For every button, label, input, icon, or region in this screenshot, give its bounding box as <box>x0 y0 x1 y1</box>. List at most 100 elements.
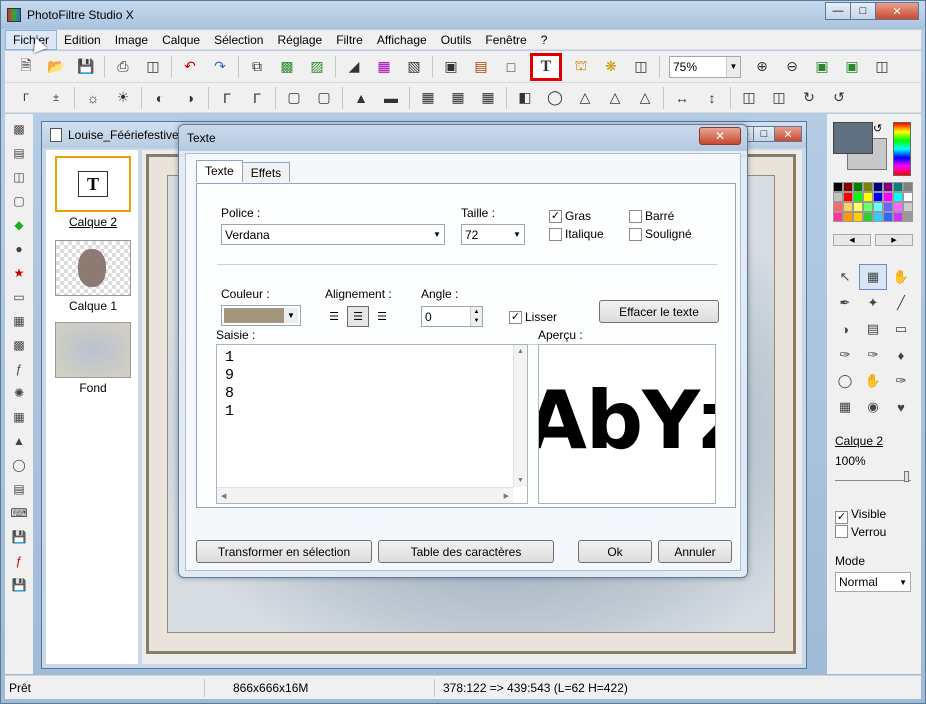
hand-tool-icon[interactable]: ✋ <box>887 264 915 290</box>
magic-wand-tool-icon[interactable]: ✦ <box>859 290 887 316</box>
layer-paste-icon[interactable]: ▤ <box>470 56 492 78</box>
swap-colors-icon[interactable]: ↺ <box>873 122 882 135</box>
paste-image-icon[interactable]: ▩ <box>276 56 298 78</box>
text-input-area[interactable]: 1 9 8 1 ▲ ▼ ◀ ▶ <box>216 344 528 504</box>
brightness-down-icon[interactable]: ☼ <box>82 87 104 109</box>
advanced-brush-tool-icon[interactable]: ✑ <box>859 342 887 368</box>
bold-checkbox[interactable]: ✓ <box>549 209 562 223</box>
gradient-box-icon[interactable]: ▩ <box>10 336 28 354</box>
auto-levels-icon[interactable]: Γ <box>15 87 37 109</box>
auto-contrast-icon[interactable]: ± <box>45 87 67 109</box>
lock-checkbox[interactable] <box>835 525 848 538</box>
fullscreen-icon[interactable]: ◫ <box>871 56 893 78</box>
scan-icon[interactable]: ◫ <box>142 56 164 78</box>
heart-tool-icon[interactable]: ♥ <box>887 394 915 420</box>
contrast-down-icon[interactable]: ◐ <box>149 87 171 109</box>
eraser-tool-icon[interactable]: ▭ <box>887 316 915 342</box>
smudge-tool-icon[interactable]: ✋ <box>859 368 887 394</box>
rotate-left-icon[interactable]: ◫ <box>738 87 760 109</box>
histogram-icon[interactable]: ▲ <box>10 432 28 450</box>
transform-to-selection-button[interactable]: Transformer en sélection <box>196 540 372 563</box>
ok-button[interactable]: Ok <box>578 540 652 563</box>
cancel-button[interactable]: Annuler <box>658 540 732 563</box>
smooth-checkbox-row[interactable]: ✓ Lisser <box>509 310 557 324</box>
layer-copy-icon[interactable]: ▣ <box>440 56 462 78</box>
filter-grid-1-icon[interactable]: ▦ <box>417 87 439 109</box>
save-2000-icon[interactable]: 💾 <box>10 528 28 546</box>
sphere-icon[interactable]: ● <box>10 240 28 258</box>
menu-filtre[interactable]: Filtre <box>329 30 370 50</box>
palette-prev-icon[interactable]: ◀ <box>833 234 871 246</box>
image-stack-icon[interactable]: ▤ <box>10 144 28 162</box>
align-center-icon[interactable]: ☰ <box>347 306 369 327</box>
slider-thumb[interactable] <box>904 471 909 482</box>
saturation-up-icon[interactable]: Γ <box>246 87 268 109</box>
minimize-button[interactable]: — <box>825 2 851 20</box>
mosaic-icon[interactable]: ▦ <box>10 408 28 426</box>
menu-help[interactable]: ? <box>534 30 555 50</box>
underline-checkbox-row[interactable]: Souligné <box>629 227 692 241</box>
undo-icon[interactable]: ↶ <box>179 56 201 78</box>
save-html-icon[interactable]: 💾 <box>10 576 28 594</box>
gradient-icon[interactable]: ◢ <box>343 56 365 78</box>
balance-icon[interactable]: ▬ <box>380 87 402 109</box>
transparency-icon[interactable]: ▧ <box>403 56 425 78</box>
texture-icon[interactable]: ▦ <box>10 312 28 330</box>
tab-texte[interactable]: Texte <box>196 160 243 182</box>
color-spectrum[interactable] <box>893 122 911 176</box>
selection-icon[interactable]: □ <box>500 56 522 78</box>
circle-icon[interactable]: ◯ <box>10 456 28 474</box>
size-select[interactable]: 72 ▼ <box>461 224 525 245</box>
layer-item-calque-1[interactable]: Calque 1 <box>55 240 131 313</box>
chevron-down-icon[interactable]: ▼ <box>726 56 740 77</box>
bold-checkbox-row[interactable]: ✓ Gras <box>549 209 591 223</box>
layers-tree-icon[interactable]: ⛫ <box>570 56 592 78</box>
rotate-icon[interactable]: ↻ <box>798 87 820 109</box>
flip-horizontal-icon[interactable]: ↔ <box>671 87 693 109</box>
paste-new-image-icon[interactable]: ▨ <box>306 56 328 78</box>
filter-grid-2-icon[interactable]: ▦ <box>447 87 469 109</box>
sharpen-icon[interactable]: △ <box>574 87 596 109</box>
triangle-outline-icon[interactable]: △ <box>634 87 656 109</box>
calculator-icon[interactable]: ▩ <box>10 120 28 138</box>
flip-vertical-icon[interactable]: ↕ <box>701 87 723 109</box>
vertical-scrollbar[interactable]: ▲ ▼ <box>513 345 527 487</box>
chevron-down-icon[interactable]: ▼ <box>899 578 910 587</box>
chevron-down-icon[interactable]: ▼ <box>430 230 444 239</box>
saturation-down-icon[interactable]: Γ <box>216 87 238 109</box>
lock-checkbox-row[interactable]: Verrou <box>835 525 886 539</box>
red-eye-tool-icon[interactable]: ◉ <box>859 394 887 420</box>
chevron-down-icon[interactable]: ▼ <box>284 308 298 323</box>
doc-maximize-button[interactable]: □ <box>753 126 775 142</box>
angle-spinner[interactable]: 0 ▲ ▼ <box>421 306 483 327</box>
redo-icon[interactable]: ↷ <box>209 56 231 78</box>
clear-text-button[interactable]: Effacer le texte <box>599 300 719 323</box>
spin-up-icon[interactable]: ▲ <box>470 307 482 317</box>
spin-down-icon[interactable]: ▼ <box>470 316 482 326</box>
smooth-checkbox[interactable]: ✓ <box>509 310 522 324</box>
window-icon[interactable]: ◫ <box>630 56 652 78</box>
copy-image-icon[interactable]: ⧉ <box>246 56 268 78</box>
opacity-slider[interactable] <box>835 471 911 482</box>
strikethrough-checkbox[interactable] <box>629 209 642 223</box>
doc-close-button[interactable]: ✕ <box>774 126 802 142</box>
italic-checkbox[interactable] <box>549 227 562 241</box>
print-icon[interactable]: ⎙ <box>112 56 134 78</box>
puzzle-icon[interactable]: ❋ <box>600 56 622 78</box>
drop-icon[interactable]: ◯ <box>544 87 566 109</box>
horizontal-scrollbar[interactable]: ◀ ▶ <box>217 487 513 503</box>
page-icon[interactable]: ▭ <box>10 288 28 306</box>
blur-icon[interactable]: ◧ <box>514 87 536 109</box>
film-icon[interactable]: ▤ <box>10 480 28 498</box>
contrast-up-icon[interactable]: ◑ <box>179 87 201 109</box>
character-table-button[interactable]: Table des caractères <box>378 540 554 563</box>
triangle-icon[interactable]: △ <box>604 87 626 109</box>
script-f-icon[interactable]: ƒ <box>10 552 28 570</box>
save-icon[interactable]: 💾 <box>75 56 97 78</box>
menu-selection[interactable]: Sélection <box>207 30 270 50</box>
line-tool-icon[interactable]: ╱ <box>887 290 915 316</box>
text-tool-button[interactable]: T <box>530 52 562 81</box>
fill-tool-icon[interactable]: ◑ <box>831 316 859 342</box>
menu-fenetre[interactable]: Fenêtre <box>478 30 533 50</box>
function-icon[interactable]: ƒ <box>10 360 28 378</box>
